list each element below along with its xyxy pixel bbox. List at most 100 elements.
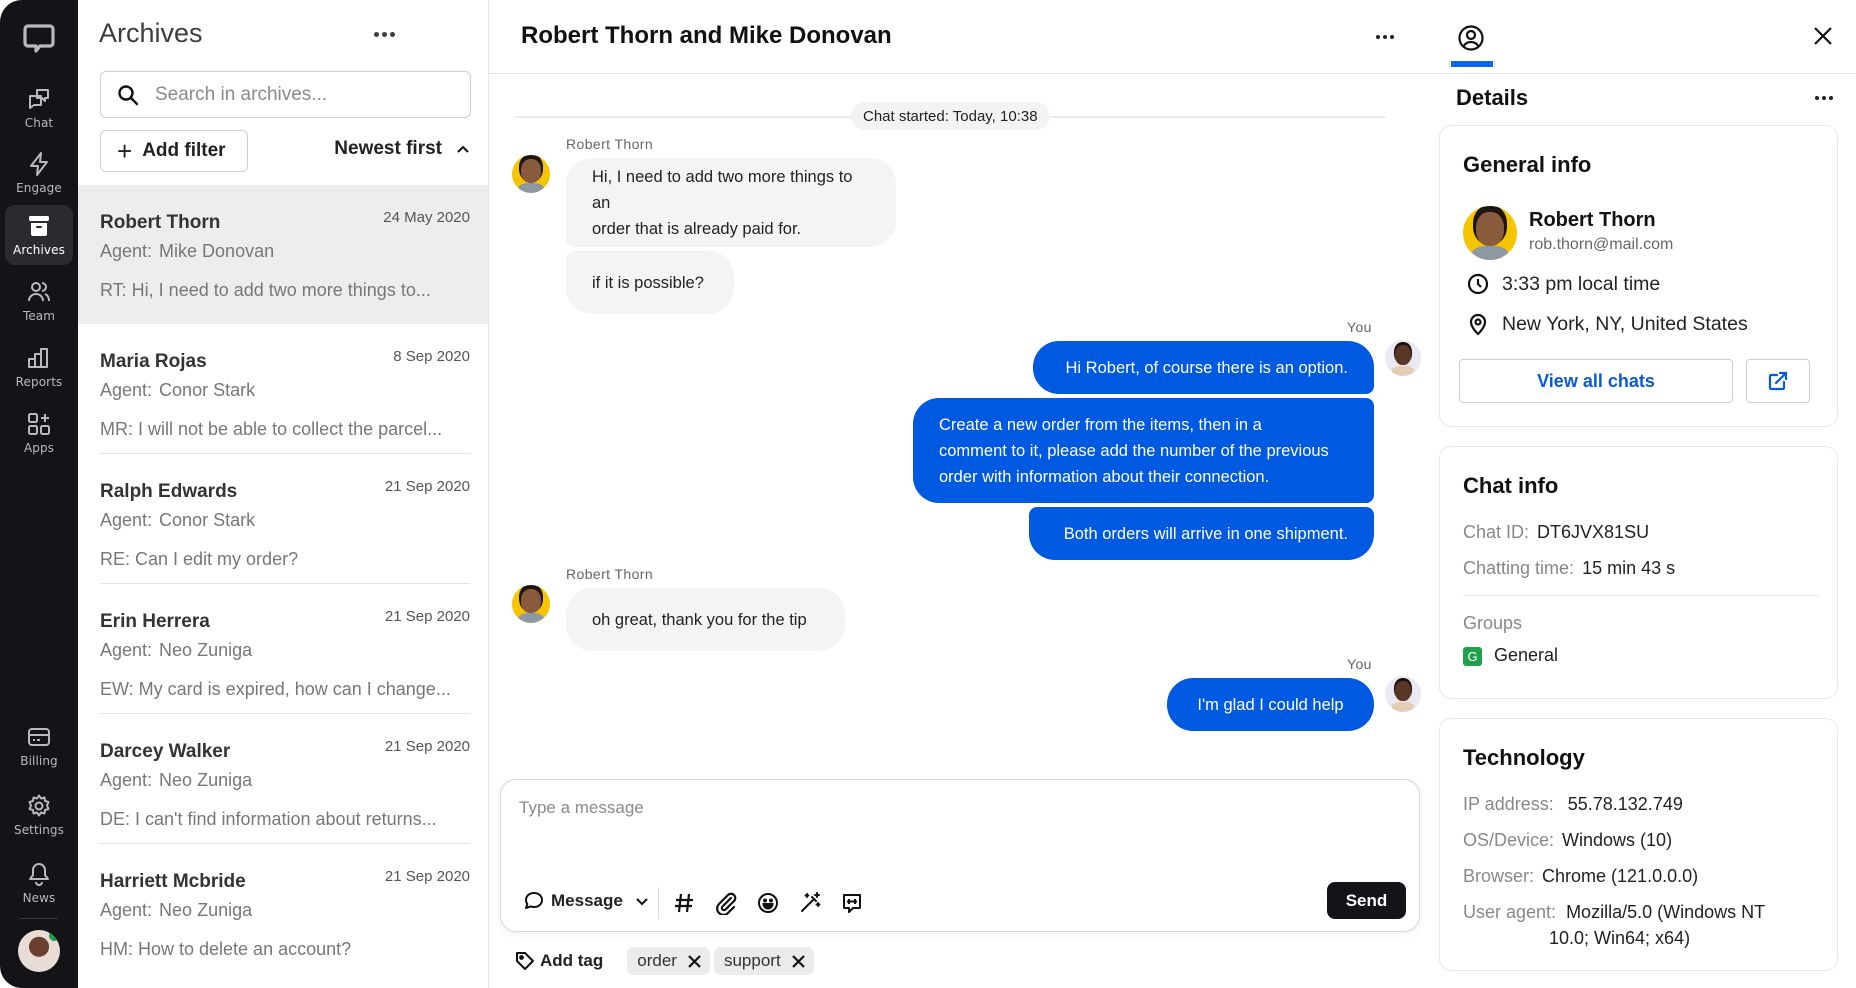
archive-list-item[interactable]: Erin Herrera 21 Sep 2020 Agent: Neo Zunig… — [78, 584, 488, 714]
message-mode-dropdown[interactable]: Message — [523, 890, 649, 912]
bar-chart-icon — [28, 348, 48, 368]
archives-search-box[interactable] — [100, 71, 471, 118]
sidebar-label: Archives — [13, 243, 65, 257]
message-preview: HM: How to delete an account? — [100, 939, 352, 959]
archives-list: Robert Thorn 24 May 2020 Agent: Mike Dono… — [78, 185, 488, 974]
sender-you-label: You — [1347, 656, 1372, 672]
toolbar-divider — [658, 887, 659, 919]
tab-customer-details[interactable] — [1457, 24, 1485, 52]
technology-card: Technology IP address: 55.78.132.749 OS/D… — [1439, 718, 1838, 971]
online-status-dot — [49, 930, 60, 941]
group-badge-icon: G — [1463, 646, 1482, 666]
open-external-button[interactable] — [1746, 359, 1810, 403]
sidebar-label: Team — [22, 309, 56, 323]
chat-started-label: Chat started: Today, 10:38 — [851, 102, 1050, 130]
sort-label: Newest first — [334, 138, 442, 159]
chat-header: Robert Thorn and Mike Donovan — [489, 0, 1437, 74]
groups-label: Groups — [1463, 613, 1523, 633]
message-bubble-agent: Both orders will arrive in one shipment. — [1029, 507, 1374, 560]
card-divider — [1463, 595, 1819, 596]
add-tag-button[interactable]: Add tag — [514, 950, 603, 972]
search-icon — [118, 84, 139, 105]
agent-line: Agent: Conor Stark — [100, 380, 256, 400]
user-circle-icon — [1458, 25, 1484, 51]
close-icon[interactable] — [1812, 25, 1834, 47]
sidebar-label: Engage — [16, 181, 62, 195]
message-bubble-agent: Create a new order from the items, then … — [913, 398, 1374, 503]
chat-id-row: Chat ID: DT6JVX81SU — [1463, 522, 1650, 542]
lightning-icon — [30, 152, 48, 176]
tag-label: order — [637, 951, 677, 970]
message-mode-label: Message — [551, 891, 623, 910]
gear-icon — [28, 794, 50, 817]
remove-tag-icon[interactable] — [791, 954, 806, 969]
chat-panel: Robert Thorn and Mike Donovan Chat start… — [489, 0, 1437, 988]
sidebar-label: Reports — [15, 375, 63, 389]
chat-date: 21 Sep 2020 — [384, 478, 470, 495]
credit-card-icon — [28, 728, 50, 746]
remove-tag-icon[interactable] — [687, 954, 702, 969]
message-composer: Message Send — [500, 779, 1420, 932]
sidebar-item-reports[interactable]: Reports — [5, 337, 73, 397]
message-input[interactable] — [519, 798, 1379, 858]
customer-name: Harriett Mcbride — [100, 871, 246, 892]
sidebar-label: Apps — [23, 441, 55, 455]
canned-response-icon[interactable] — [840, 891, 864, 915]
emoji-icon[interactable] — [756, 891, 780, 915]
sidebar-item-team[interactable]: Team — [5, 271, 73, 331]
message-bubble-customer: if it is possible? — [566, 251, 734, 314]
magic-wand-icon[interactable] — [798, 891, 822, 915]
archive-list-item[interactable]: Robert Thorn 24 May 2020 Agent: Mike Dono… — [78, 185, 488, 324]
app-logo-icon[interactable] — [21, 20, 57, 56]
local-time-row: 3:33 pm local time — [1466, 272, 1660, 296]
sort-dropdown[interactable]: Newest first — [334, 138, 470, 160]
customer-avatar — [512, 155, 550, 193]
sidebar-item-chat[interactable]: Chat — [5, 78, 73, 138]
archive-list-item[interactable]: Maria Rojas 8 Sep 2020 Agent: Conor Stark… — [78, 324, 488, 454]
archive-list-item[interactable]: Harriett Mcbride 21 Sep 2020 Agent: Neo Z… — [78, 844, 488, 974]
agent-avatar — [1385, 340, 1421, 376]
chat-date: 24 May 2020 — [383, 209, 470, 226]
sidebar-label: Chat — [24, 116, 54, 130]
details-more-button[interactable] — [1815, 96, 1833, 100]
chat-date: 21 Sep 2020 — [384, 608, 470, 625]
send-button[interactable]: Send — [1327, 882, 1406, 919]
sidebar-label: Billing — [20, 754, 58, 768]
tag-icon — [516, 952, 534, 970]
view-all-chats-button[interactable]: View all chats — [1459, 359, 1733, 403]
sidebar-item-archives[interactable]: Archives — [5, 205, 73, 265]
group-row: G General — [1463, 645, 1558, 666]
os-device-row: OS/Device: Windows (10) — [1463, 830, 1673, 850]
message-preview: RT: Hi, I need to add two more things to… — [100, 280, 431, 300]
archive-list-item[interactable]: Ralph Edwards 21 Sep 2020 Agent: Conor St… — [78, 454, 488, 584]
customer-avatar — [512, 585, 550, 623]
customer-name: Maria Rojas — [100, 351, 207, 372]
chat-more-button[interactable] — [1376, 35, 1394, 39]
archives-search-input[interactable] — [155, 83, 455, 106]
browser-row: Browser: Chrome (121.0.0.0) — [1463, 866, 1699, 886]
general-info-card: General info Robert Thorn rob.thorn@mail… — [1439, 125, 1838, 427]
bell-icon — [29, 863, 49, 886]
sidebar-label: Settings — [13, 823, 65, 837]
paperclip-icon[interactable] — [714, 891, 738, 916]
chat-date: 21 Sep 2020 — [384, 738, 470, 755]
agent-avatar — [1385, 676, 1421, 712]
card-title: Technology — [1463, 745, 1585, 770]
hashtag-icon[interactable] — [672, 891, 696, 915]
ip-address-row: IP address: 55.78.132.749 — [1463, 794, 1683, 814]
card-title: Chat info — [1463, 473, 1559, 498]
sidebar-item-engage[interactable]: Engage — [5, 143, 73, 203]
add-filter-button[interactable]: + Add filter — [100, 130, 248, 172]
chatting-time-row: Chatting time: 15 min 43 s — [1463, 558, 1676, 578]
tag-chip: support — [713, 947, 814, 975]
current-user-avatar[interactable] — [18, 930, 60, 972]
customer-name: Ralph Edwards — [100, 481, 238, 502]
sidebar-item-apps[interactable]: Apps — [5, 403, 73, 463]
archive-list-item[interactable]: Darcey Walker 21 Sep 2020 Agent: Neo Zuni… — [78, 714, 488, 844]
sidebar-item-billing[interactable]: Billing — [5, 716, 73, 776]
location-pin-icon — [1469, 313, 1487, 336]
sidebar-item-settings[interactable]: Settings — [5, 785, 73, 845]
archives-more-button[interactable] — [374, 32, 395, 37]
sidebar-item-news[interactable]: News — [5, 853, 73, 913]
agent-line: Agent: Neo Zuniga — [100, 640, 253, 660]
